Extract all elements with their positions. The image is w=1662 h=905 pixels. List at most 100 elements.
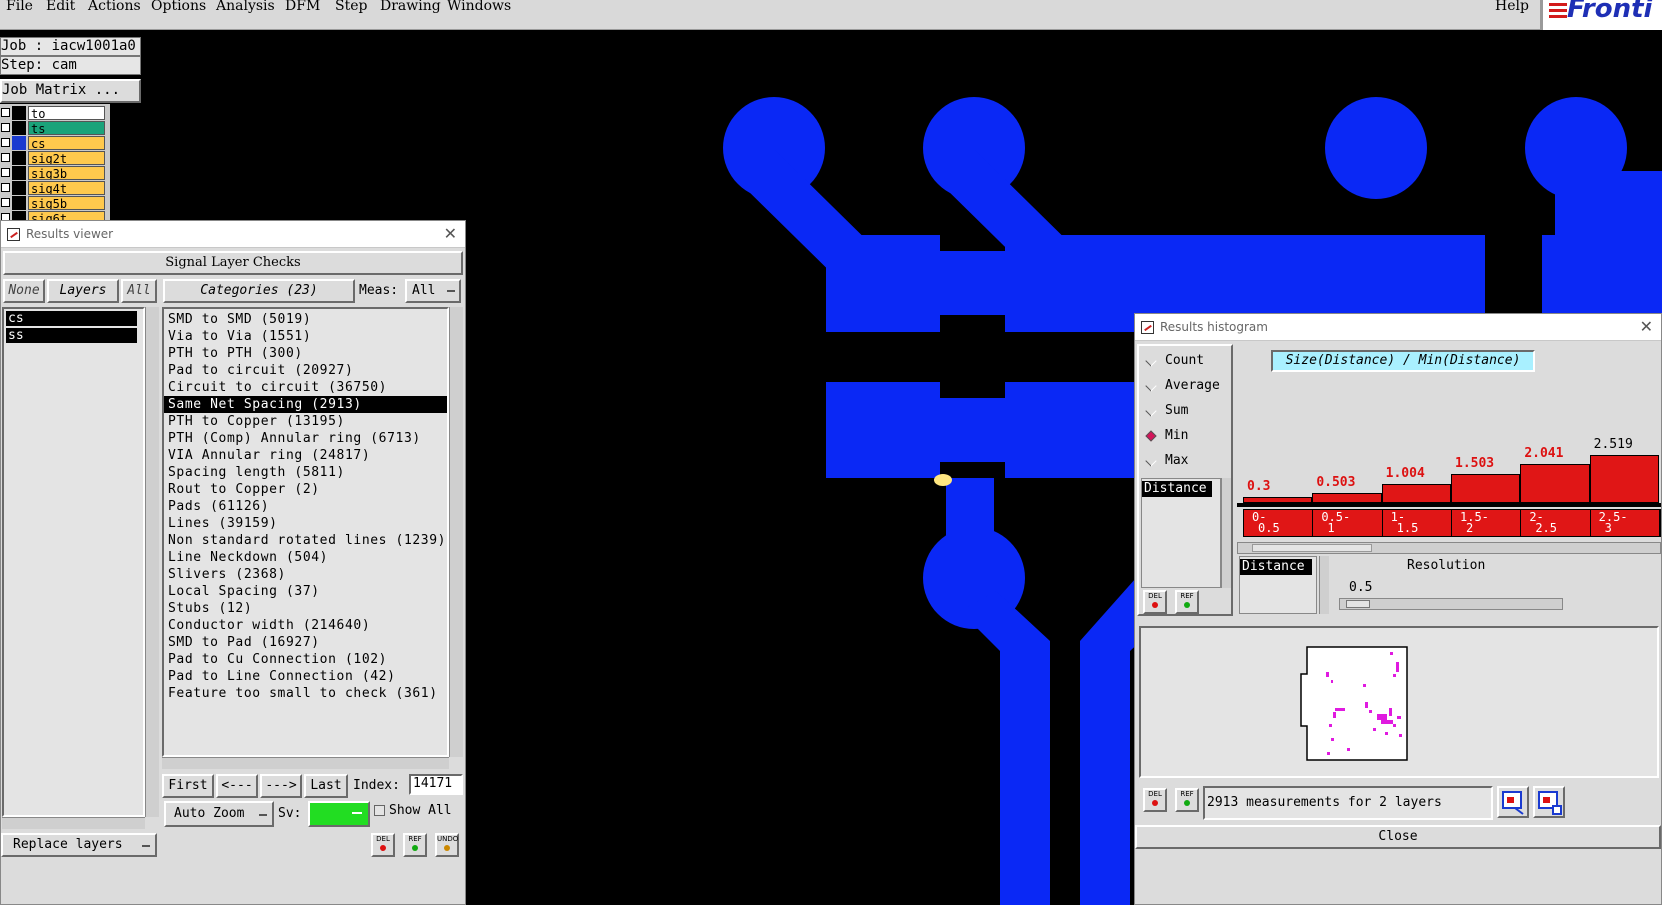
resolution-slider[interactable] — [1339, 598, 1563, 610]
layer-row[interactable]: sig2t — [0, 151, 108, 165]
layer-name[interactable]: ts — [28, 121, 105, 135]
layer-row[interactable]: sig3b — [0, 166, 108, 180]
category-item[interactable]: Non standard rotated lines (1239) — [164, 532, 447, 549]
layer-checkbox[interactable] — [1, 123, 10, 132]
histogram-bar[interactable] — [1312, 493, 1382, 503]
show-all-checkbox[interactable] — [374, 805, 385, 816]
layer-row[interactable]: sig4t — [0, 181, 108, 195]
close-icon[interactable]: ✕ — [444, 224, 457, 243]
undo-button[interactable]: UNDO — [435, 833, 459, 857]
layer-checkbox[interactable] — [1, 138, 10, 147]
menu-edit[interactable]: Edit — [46, 0, 75, 14]
layer-list-scrollbar[interactable] — [145, 307, 159, 817]
measure-list-scrollbar[interactable] — [1221, 478, 1231, 588]
next-button[interactable]: ---> — [260, 774, 302, 798]
close-icon[interactable]: ✕ — [1640, 317, 1653, 336]
slider-thumb[interactable] — [1346, 600, 1370, 608]
auto-zoom-dropdown[interactable]: Auto Zoom — [164, 801, 274, 827]
layer-name[interactable]: sig4t — [28, 181, 105, 195]
resolution-list-scrollbar[interactable] — [1319, 556, 1329, 614]
layer-row[interactable]: sig6t — [0, 211, 108, 220]
category-item[interactable]: Conductor width (214640) — [164, 617, 447, 634]
category-item[interactable]: VIA Annular ring (24817) — [164, 447, 447, 464]
layer-name[interactable]: sig5b — [28, 196, 105, 210]
menu-analysis[interactable]: Analysis — [216, 0, 275, 14]
category-item[interactable]: Same Net Spacing (2913) — [164, 396, 447, 413]
category-item[interactable]: PTH to Copper (13195) — [164, 413, 447, 430]
menu-step[interactable]: Step — [335, 0, 367, 14]
layer-checkbox[interactable] — [1, 183, 10, 192]
category-item[interactable]: Lines (39159) — [164, 515, 447, 532]
layer-row[interactable]: cs — [0, 136, 108, 150]
layer-name[interactable]: cs — [28, 136, 105, 150]
preview-del-button[interactable]: DEL — [1143, 788, 1167, 812]
layer-checkbox[interactable] — [1, 198, 10, 207]
layer-name[interactable]: sig2t — [28, 151, 105, 165]
measure-item-distance[interactable]: Distance — [1142, 481, 1212, 497]
histogram-bar[interactable] — [1451, 474, 1521, 503]
category-item[interactable]: SMD to SMD (5019) — [164, 311, 447, 328]
category-item[interactable]: Spacing length (5811) — [164, 464, 447, 481]
none-button[interactable]: None — [3, 279, 45, 303]
chart-hscrollbar[interactable] — [1237, 542, 1661, 554]
preview-ref-button[interactable]: REF — [1175, 788, 1199, 812]
histogram-bar[interactable] — [1589, 455, 1659, 503]
layer-row[interactable]: sig5b — [0, 196, 108, 210]
menu-actions[interactable]: Actions — [88, 0, 141, 14]
histogram-ref-button[interactable]: REF — [1175, 590, 1199, 614]
category-item[interactable]: Pad to circuit (20927) — [164, 362, 447, 379]
category-item[interactable]: Pad to Cu Connection (102) — [164, 651, 447, 668]
layer-checkbox[interactable] — [1, 153, 10, 162]
layer-checkbox[interactable] — [1, 168, 10, 177]
board-preview[interactable] — [1139, 626, 1659, 778]
category-item[interactable]: Stubs (12) — [164, 600, 447, 617]
category-item[interactable]: PTH (Comp) Annular ring (6713) — [164, 430, 447, 447]
checklist-header[interactable]: Signal Layer Checks — [3, 251, 463, 275]
menu-drawing[interactable]: Drawing — [380, 0, 441, 14]
layer-name[interactable]: sig6t — [28, 211, 105, 220]
layer-row[interactable]: ts — [0, 121, 108, 135]
category-item[interactable]: SMD to Pad (16927) — [164, 634, 447, 651]
menu-windows[interactable]: Windows — [447, 0, 511, 14]
menu-options[interactable]: Options — [151, 0, 206, 14]
histogram-titlebar[interactable]: Results histogram ✕ — [1135, 314, 1661, 341]
ref-button[interactable]: REF — [403, 833, 427, 857]
last-button[interactable]: Last — [304, 774, 348, 798]
histogram-bar[interactable] — [1520, 464, 1590, 503]
layer-checkbox[interactable] — [1, 213, 10, 220]
replace-layers-dropdown[interactable]: Replace layers — [1, 833, 157, 857]
scroll-thumb[interactable] — [1252, 544, 1372, 552]
layer-checkbox[interactable] — [1, 108, 10, 117]
category-item[interactable]: Line Neckdown (504) — [164, 549, 447, 566]
histogram-del-button[interactable]: DEL — [1143, 590, 1167, 614]
layer-name[interactable]: sig3b — [28, 166, 105, 180]
previous-button[interactable]: <--- — [216, 774, 258, 798]
meas-dropdown[interactable]: All — [405, 279, 461, 303]
export-chart-button[interactable] — [1533, 786, 1565, 818]
zoom-chart-button[interactable] — [1497, 786, 1529, 818]
result-layer-item[interactable]: ss — [6, 328, 137, 343]
del-button[interactable]: DEL — [371, 833, 395, 857]
layers-button[interactable]: Layers — [47, 279, 119, 303]
category-item[interactable]: Local Spacing (37) — [164, 583, 447, 600]
menu-help[interactable]: Help — [1495, 0, 1529, 14]
result-layer-item[interactable]: cs — [6, 311, 137, 326]
resolution-field-item[interactable]: Distance — [1240, 559, 1312, 575]
category-item[interactable]: PTH to PTH (300) — [164, 345, 447, 362]
category-item[interactable]: Circuit to circuit (36750) — [164, 379, 447, 396]
categories-scrollbar[interactable] — [449, 307, 463, 757]
index-input[interactable]: 14171 — [409, 774, 463, 795]
category-item[interactable]: Pad to Line Connection (42) — [164, 668, 447, 685]
job-matrix-button[interactable]: Job Matrix ... — [0, 79, 141, 103]
category-item[interactable]: Rout to Copper (2) — [164, 481, 447, 498]
category-item[interactable]: Feature too small to check (361) — [164, 685, 447, 702]
first-button[interactable]: First — [162, 774, 214, 798]
category-item[interactable]: Slivers (2368) — [164, 566, 447, 583]
all-button[interactable]: All — [121, 279, 157, 303]
histogram-bar[interactable] — [1381, 483, 1451, 503]
category-item[interactable]: Via to Via (1551) — [164, 328, 447, 345]
layer-list-hscrollbar[interactable] — [2, 817, 145, 829]
layer-name[interactable]: to — [28, 106, 105, 120]
category-item[interactable]: Pads (61126) — [164, 498, 447, 515]
categories-hscrollbar[interactable] — [162, 757, 449, 769]
